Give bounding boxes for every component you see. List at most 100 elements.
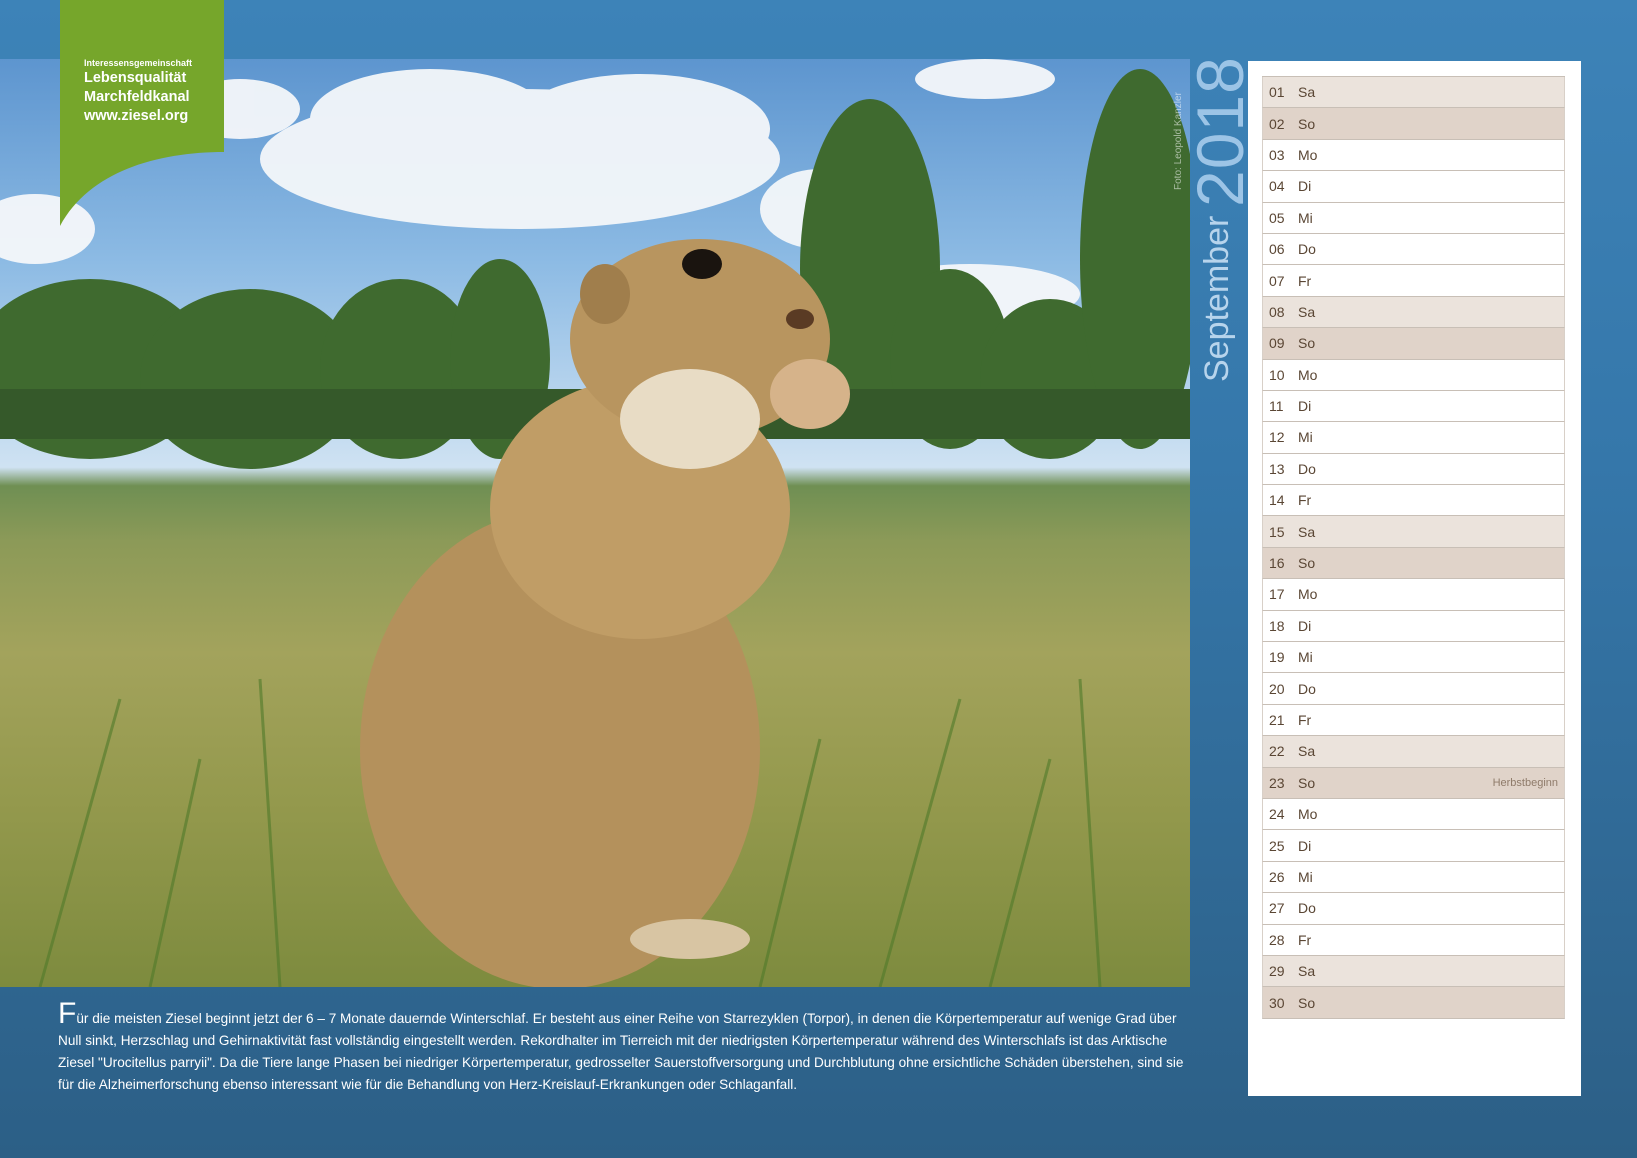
day-number: 15 [1269,523,1285,540]
calendar-day-row: 16 So [1262,547,1565,580]
calendar-day-row: 05 Mi [1262,202,1565,234]
calendar-day-row: 08 Sa [1262,296,1565,329]
description-text: Für die meisten Ziesel beginnt jetzt der… [58,999,1192,1096]
calendar-day-row: 27 Do [1262,893,1565,925]
calendar-day-row: 30 So [1262,987,1565,1019]
calendar-day-row: 09 So [1262,328,1565,360]
calendar-day-row: 02 So [1262,108,1565,140]
organization-logo: Interessensgemeinschaft Lebensqualität M… [60,0,224,152]
day-name: So [1298,115,1316,132]
day-number: 10 [1269,366,1285,383]
day-name: Di [1298,617,1312,634]
day-number: 26 [1269,868,1285,885]
logo-line-2: Lebensqualität [84,70,187,86]
calendar-day-row: 14 Fr [1262,485,1565,517]
day-number: 11 [1269,398,1284,415]
day-name: So [1298,994,1316,1011]
day-name: Mi [1298,649,1313,666]
day-number: 28 [1269,931,1285,948]
logo-line-3: Marchfeldkanal [84,89,190,105]
day-name: Do [1298,900,1316,917]
calendar-day-row: 17 Mo [1262,579,1565,611]
calendar-day-row: 25 Di [1262,830,1565,862]
day-number: 01 [1269,84,1285,101]
calendar-day-row: 24 Mo [1262,798,1565,831]
day-number: 08 [1269,303,1285,320]
day-number: 19 [1269,649,1285,666]
dropcap-letter: F [58,997,77,1030]
calendar-day-row: 26 Mi [1262,861,1565,894]
day-number: 09 [1269,335,1285,352]
day-name: Sa [1298,963,1316,980]
day-name: Mi [1298,868,1313,885]
day-name: Sa [1298,523,1316,540]
day-name: So [1298,335,1316,352]
day-number: 14 [1269,492,1285,509]
day-number: 13 [1269,460,1285,477]
calendar-day-row: 11 Di [1262,390,1565,423]
day-number: 18 [1269,617,1285,634]
day-number: 30 [1269,994,1285,1011]
day-name: Mo [1298,806,1318,823]
calendar-day-row: 13 Do [1262,453,1565,486]
day-name: Sa [1298,303,1316,320]
day-number: 17 [1269,586,1285,603]
day-number: 06 [1269,241,1285,258]
calendar-panel: 01 Sa 02 So 03 Mo 04 Di 05 Mi 06 Do 07 Fr 08 Sa 09 So 10 Mo… [1248,61,1581,1096]
logo-line-1: Interessensgemeinschaft [84,58,193,68]
logo-website[interactable]: www.ziesel.org [84,107,192,126]
day-name: Di [1298,398,1312,415]
day-name: Do [1298,680,1316,697]
day-name: So [1298,555,1316,572]
day-name: Fr [1298,272,1312,289]
day-name: Sa [1298,84,1316,101]
day-number: 16 [1269,555,1285,572]
logo-tail-shape [60,150,224,226]
calendar-day-row: 10 Mo [1262,359,1565,391]
day-name: Mi [1298,429,1313,446]
calendar-day-row: 07 Fr [1262,265,1565,297]
day-number: 22 [1269,743,1285,760]
day-name: Fr [1298,931,1312,948]
day-number: 03 [1269,146,1285,163]
calendar-day-row: 04 Di [1262,171,1565,203]
day-number: 07 [1269,272,1285,289]
calendar-day-row: 29 Sa [1262,955,1565,988]
day-number: 27 [1269,900,1285,917]
day-name: Mo [1298,146,1318,163]
calendar-day-row: 03 Mo [1262,139,1565,172]
day-name: Mo [1298,586,1318,603]
day-number: 24 [1269,806,1285,823]
day-name: Fr [1298,492,1312,509]
logo-text: Interessensgemeinschaft Lebensqualität M… [84,57,192,126]
description-body: ür die meisten Ziesel beginnt jetzt der … [58,1011,1184,1092]
day-number: 20 [1269,680,1285,697]
day-name: Sa [1298,743,1316,760]
day-name: Di [1298,178,1312,195]
calendar-day-row: 20 Do [1262,673,1565,705]
calendar-day-row: 21 Fr [1262,704,1565,737]
day-number: 12 [1269,429,1285,446]
calendar-day-row: 12 Mi [1262,422,1565,454]
day-name: Di [1298,837,1312,854]
day-name: Do [1298,460,1316,477]
calendar-day-row: 01 Sa [1262,77,1565,109]
calendar-day-row: 15 Sa [1262,516,1565,548]
calendar-month: September [1198,215,1236,382]
day-name: So [1298,774,1316,791]
calendar-day-list: 01 Sa 02 So 03 Mo 04 Di 05 Mi 06 Do 07 Fr 08 Sa 09 So 10 Mo… [1262,76,1565,1019]
day-name: Do [1298,241,1316,258]
day-number: 29 [1269,963,1285,980]
calendar-day-row: 19 Mi [1262,642,1565,674]
calendar-day-row: 28 Fr [1262,924,1565,956]
day-name: Mi [1298,209,1313,226]
calendar-day-row: 23 So Herbstbeginn [1262,767,1565,799]
day-number: 05 [1269,209,1285,226]
day-name: Fr [1298,712,1312,728]
day-number: 21 [1269,712,1285,728]
day-number: 04 [1269,178,1285,195]
day-name: Mo [1298,366,1318,383]
day-note: Herbstbeginn [1492,776,1558,789]
calendar-day-row: 18 Di [1262,610,1565,643]
day-number: 02 [1269,115,1285,132]
